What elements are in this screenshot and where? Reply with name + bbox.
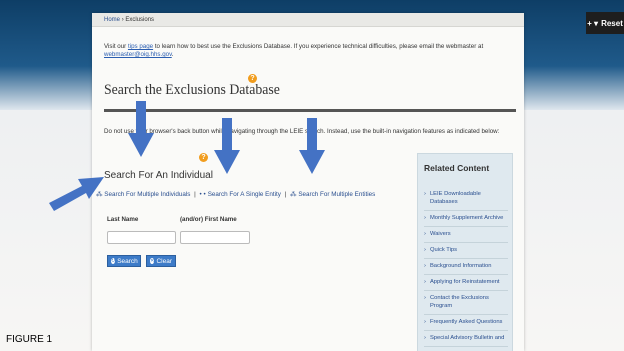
- diagonal-arrow-icon: [49, 177, 104, 211]
- link-multiple-entities[interactable]: Search For Multiple Entities: [298, 191, 375, 198]
- related-item[interactable]: › Quick Tips: [424, 243, 508, 259]
- link-separator: |: [194, 191, 196, 198]
- down-arrow-icon: [214, 118, 240, 174]
- related-item-label: Special Advisory Bulletin and: [429, 335, 505, 341]
- related-item[interactable]: › Waivers: [424, 227, 508, 243]
- reset-button-label: Reset: [601, 18, 623, 28]
- bullet-icon: ›: [424, 215, 426, 221]
- related-item-label: Contact the Exclusions Program: [429, 295, 489, 309]
- plus-icon: + ▾: [587, 18, 599, 28]
- related-item-label: Monthly Supplement Archive: [429, 215, 504, 221]
- link-single-entity[interactable]: Search For A Single Entity: [208, 191, 281, 198]
- related-item[interactable]: › Special Advisory Bulletin and: [424, 331, 508, 347]
- tips-notice: Visit our tips page to learn how to best…: [104, 43, 516, 59]
- down-arrow-icon: [128, 101, 154, 157]
- help-icon[interactable]: ?: [248, 74, 257, 83]
- bullet-icon: ›: [424, 263, 426, 269]
- webmaster-email-link[interactable]: webmaster@oig.hhs.gov: [104, 51, 172, 58]
- section-title: Search For An Individual: [104, 170, 213, 181]
- related-content-title: Related Content: [424, 163, 490, 173]
- related-item-label: LEIE Downloadable Databases: [429, 191, 481, 205]
- related-item-label: Quick Tips: [429, 247, 457, 253]
- reset-button[interactable]: + ▾ Reset: [586, 12, 624, 34]
- clear-button[interactable]: ✕ Clear: [146, 255, 176, 267]
- breadcrumb: Home › Exclusions: [92, 13, 524, 27]
- first-name-input[interactable]: [180, 231, 250, 244]
- breadcrumb-current: Exclusions: [125, 17, 155, 23]
- notice-text: Visit our: [104, 43, 128, 50]
- link-separator: |: [284, 191, 287, 198]
- help-icon[interactable]: ?: [199, 153, 208, 162]
- last-name-input[interactable]: [107, 231, 176, 244]
- related-item[interactable]: › Frequently Asked Questions: [424, 315, 508, 331]
- bullet-icon: ›: [424, 335, 426, 341]
- bullet-icon: ›: [424, 231, 426, 237]
- search-type-links: ⁂ Search For Multiple Individuals | • • Se…: [96, 191, 377, 198]
- breadcrumb-home-link[interactable]: Home: [104, 17, 120, 23]
- content-panel: Home › Exclusions Visit our tips page to…: [92, 13, 524, 351]
- clear-icon: ✕: [150, 258, 155, 264]
- breadcrumb-separator: ›: [121, 17, 124, 23]
- people-icon: ⁂: [290, 191, 297, 198]
- bullet-icon: ›: [424, 319, 426, 325]
- people-icon: • •: [199, 191, 206, 198]
- related-item-label: Frequently Asked Questions: [429, 319, 503, 325]
- bullet-icon: ›: [424, 191, 426, 197]
- related-item[interactable]: › Background Information: [424, 259, 508, 275]
- related-item[interactable]: › Monthly Supplement Archive: [424, 211, 508, 227]
- notice-text-3: .: [171, 51, 174, 58]
- figure-label: FIGURE 1: [6, 334, 53, 345]
- related-item[interactable]: › Applying for Reinstatement: [424, 275, 508, 291]
- bullet-icon: ›: [424, 247, 426, 253]
- search-button[interactable]: ↻ Search: [107, 255, 141, 267]
- related-item[interactable]: › Contact the Exclusions Program: [424, 291, 508, 315]
- related-item-label: Waivers: [429, 231, 451, 237]
- notice-text-2: to learn how to best use the Exclusions …: [153, 43, 484, 50]
- search-icon: ↻: [111, 258, 116, 264]
- page-title: Search the Exclusions Database: [104, 82, 280, 98]
- related-item-label: Applying for Reinstatement: [429, 279, 500, 285]
- bullet-icon: ›: [424, 295, 426, 301]
- search-button-label: Search: [117, 257, 138, 265]
- tips-page-link[interactable]: tips page: [128, 43, 153, 50]
- bullet-icon: ›: [424, 279, 426, 285]
- related-item-label: Background Information: [429, 263, 492, 269]
- related-content-sidebar: Related Content › LEIE Downloadable Datab…: [417, 153, 513, 351]
- last-name-label: Last Name: [107, 216, 139, 223]
- first-name-label: (and/or) First Name: [180, 216, 237, 223]
- down-arrow-icon: [299, 118, 325, 174]
- link-multiple-individuals[interactable]: Search For Multiple Individuals: [104, 191, 190, 198]
- clear-button-label: Clear: [156, 257, 172, 265]
- related-item[interactable]: › LEIE Downloadable Databases: [424, 187, 508, 211]
- title-divider: [104, 109, 516, 112]
